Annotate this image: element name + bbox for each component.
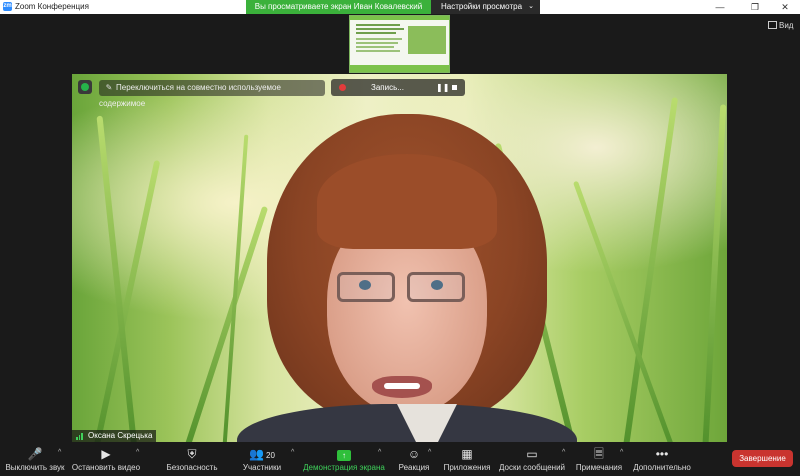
shared-screen-thumbnail[interactable] [349, 15, 450, 73]
participants-label: Участники [242, 463, 282, 472]
reactions-options-chevron-icon[interactable]: ^ [428, 449, 431, 456]
close-icon[interactable]: ✕ [770, 0, 800, 14]
whiteboards-button[interactable]: ▭ Доски сообщений [498, 442, 566, 476]
notes-icon: 🗏 [594, 447, 604, 461]
recording-label: Запись... [371, 83, 404, 92]
chevron-down-icon: ⌄ [528, 3, 534, 10]
microphone-icon: 🎤 [27, 447, 43, 461]
participants-button[interactable]: 👥 20 Участники [236, 442, 288, 476]
more-button[interactable]: ••• Дополнительно [632, 442, 692, 476]
screen-share-banner: Вы просматриваете экран Иван Ковалевский [246, 0, 431, 14]
restore-icon[interactable]: ❐ [740, 0, 770, 14]
apps-icon: ▦ [461, 447, 473, 461]
view-button-label: Вид [779, 21, 794, 30]
pause-icon[interactable]: ❚❚ [436, 79, 449, 96]
zoom-app-icon: zm [3, 2, 12, 11]
connection-signal-icon [76, 433, 84, 440]
notes-label: Примечания [575, 463, 623, 472]
view-options-label: Настройки просмотра [441, 2, 523, 11]
participants-count: 20 [266, 451, 275, 460]
stop-video-label: Остановить видео [71, 463, 141, 472]
participants-options-chevron-icon[interactable]: ^ [291, 449, 294, 456]
security-shield-icon[interactable] [78, 80, 92, 94]
participant-person [237, 114, 577, 442]
security-label: Безопасность [166, 463, 218, 472]
switch-to-shared-content-bar[interactable]: ✎ Переключиться на совместно используемое… [99, 80, 325, 108]
notes-button[interactable]: 🗏 Примечания [574, 442, 624, 476]
participant-name-tag: Оксана Скрецька [72, 430, 157, 442]
mute-label: Выключить звук [5, 463, 65, 472]
share-screen-label: Демонстрация экрана [303, 463, 385, 472]
more-dots-icon: ••• [655, 447, 669, 461]
whiteboards-label: Доски сообщений [498, 463, 565, 472]
participant-video [72, 74, 727, 442]
window-title: Zoom Конференция [15, 2, 89, 11]
recording-bar: Запись... ❚❚ [331, 79, 465, 96]
more-label: Дополнительно [633, 463, 691, 472]
audio-options-chevron-icon[interactable]: ^ [58, 449, 61, 456]
security-button[interactable]: ⛨ Безопасность [162, 442, 222, 476]
shield-icon: ⛨ [187, 447, 197, 461]
participants-icon: 👥 20 [249, 447, 275, 461]
stop-icon[interactable] [452, 85, 457, 90]
view-options-button[interactable]: Настройки просмотра ⌄ [431, 0, 540, 14]
grid-view-icon [768, 21, 777, 29]
participant-name: Оксана Скрецька [88, 431, 153, 440]
minimize-icon[interactable]: — [705, 0, 735, 14]
whiteboard-icon: ▭ [526, 447, 538, 461]
reactions-button[interactable]: ☺ Реакция [395, 442, 433, 476]
share-screen-icon: ↑ [337, 450, 351, 461]
stop-video-button[interactable]: ▶ Остановить видео [70, 442, 142, 476]
meeting-toolbar: 🎤 Выключить звук ^ ▶ Остановить видео ^ … [0, 442, 800, 476]
notes-options-chevron-icon[interactable]: ^ [620, 449, 623, 456]
share-screen-button[interactable]: ↑ Демонстрация экрана [303, 442, 385, 476]
recording-icon [339, 84, 346, 91]
view-button[interactable]: Вид [768, 21, 793, 30]
pen-icon: ✎ [105, 83, 113, 92]
apps-button[interactable]: ▦ Приложения [442, 442, 492, 476]
whiteboards-options-chevron-icon[interactable]: ^ [562, 449, 565, 456]
video-camera-icon: ▶ [101, 447, 111, 461]
mute-button[interactable]: 🎤 Выключить звук [4, 442, 66, 476]
share-options-chevron-icon[interactable]: ^ [378, 449, 381, 456]
end-meeting-button[interactable]: Завершение [732, 450, 793, 467]
reactions-label: Реакция [398, 463, 430, 472]
video-options-chevron-icon[interactable]: ^ [136, 449, 139, 456]
apps-label: Приложения [443, 463, 491, 472]
